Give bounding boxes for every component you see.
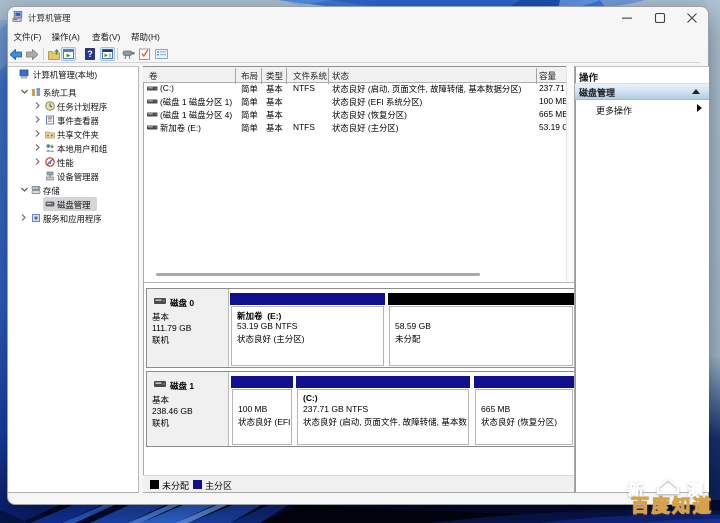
- svg-text:?: ?: [87, 49, 93, 59]
